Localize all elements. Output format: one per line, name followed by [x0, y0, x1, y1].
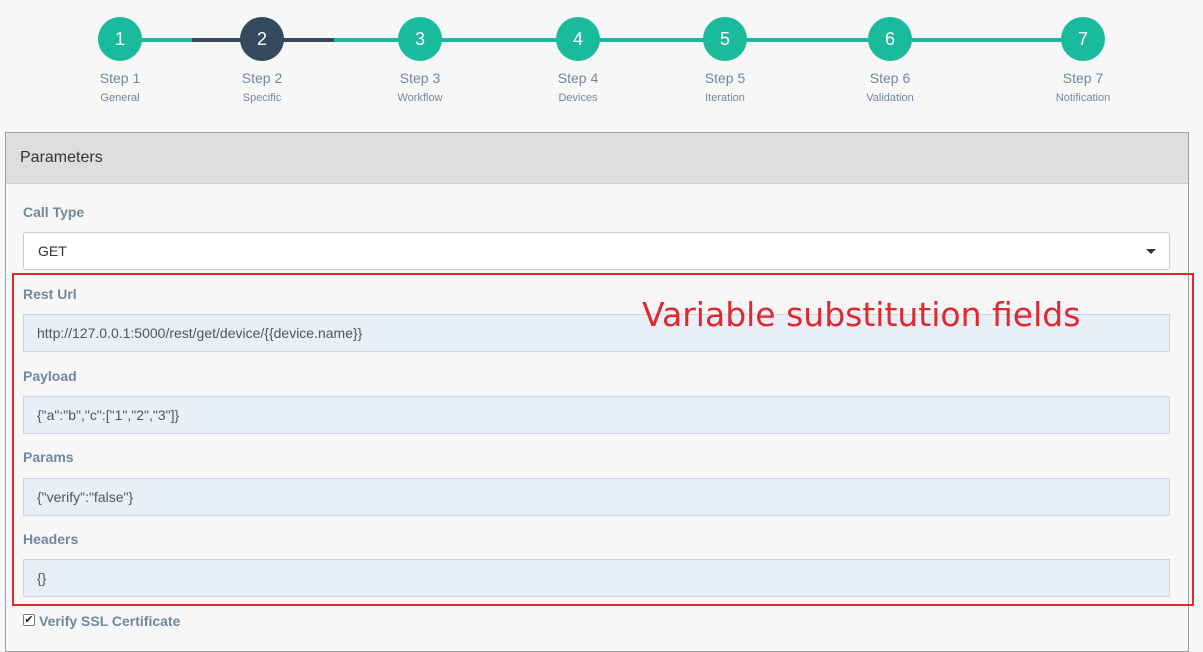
step-4-subtitle: Devices: [558, 92, 598, 104]
params-label: Params: [23, 449, 74, 465]
step-6-subtitle: Validation: [866, 92, 914, 104]
step-1-title: Step 1: [99, 70, 141, 86]
step-7-title: Step 7: [1062, 70, 1104, 86]
step-1-circle: 1: [98, 17, 142, 61]
step-3-title: Step 3: [399, 70, 441, 86]
parameters-panel: Parameters Call Type GET Rest Url Payloa…: [5, 132, 1189, 652]
verify-ssl-label: Verify SSL Certificate: [39, 613, 181, 629]
headers-label: Headers: [23, 531, 79, 547]
step-1-subtitle: General: [100, 92, 140, 104]
step-1[interactable]: 1 Step 1 General: [60, 17, 180, 105]
headers-input[interactable]: [23, 559, 1170, 597]
payload-label: Payload: [23, 368, 77, 384]
panel-title: Parameters: [6, 133, 1188, 184]
call-type-select[interactable]: GET: [23, 232, 1170, 270]
step-6-title: Step 6: [869, 70, 911, 86]
step-7-subtitle: Notification: [1055, 92, 1111, 104]
step-7-circle: 7: [1061, 17, 1105, 61]
step-4-circle: 4: [556, 17, 600, 61]
step-6-circle: 6: [868, 17, 912, 61]
call-type-label: Call Type: [23, 204, 85, 220]
step-6[interactable]: 6 Step 6 Validation: [830, 17, 950, 105]
step-2-title: Step 2: [241, 70, 283, 86]
step-5-circle: 5: [703, 17, 747, 61]
step-2-circle: 2: [240, 17, 284, 61]
step-3[interactable]: 3 Step 3 Workflow: [360, 17, 480, 105]
step-4[interactable]: 4 Step 4 Devices: [518, 17, 638, 105]
step-2[interactable]: 2 Step 2 Specific: [202, 17, 322, 105]
params-input[interactable]: [23, 478, 1170, 516]
verify-ssl-checkbox[interactable]: ✔: [23, 614, 35, 626]
step-7[interactable]: 7 Step 7 Notification: [1023, 17, 1143, 105]
step-3-circle: 3: [398, 17, 442, 61]
step-3-subtitle: Workflow: [397, 92, 443, 104]
call-type-value: GET: [38, 243, 67, 259]
step-5-title: Step 5: [704, 70, 746, 86]
step-5[interactable]: 5 Step 5 Iteration: [665, 17, 785, 105]
payload-input[interactable]: [23, 396, 1170, 434]
rest-url-input[interactable]: [23, 314, 1170, 352]
rest-url-label: Rest Url: [23, 286, 77, 302]
step-2-subtitle: Specific: [242, 92, 282, 104]
step-4-title: Step 4: [557, 70, 599, 86]
wizard-stepper: 1 Step 1 General 2 Step 2 Specific 3 Ste…: [0, 0, 1203, 130]
step-5-subtitle: Iteration: [705, 92, 745, 104]
chevron-down-icon: [1146, 249, 1156, 254]
